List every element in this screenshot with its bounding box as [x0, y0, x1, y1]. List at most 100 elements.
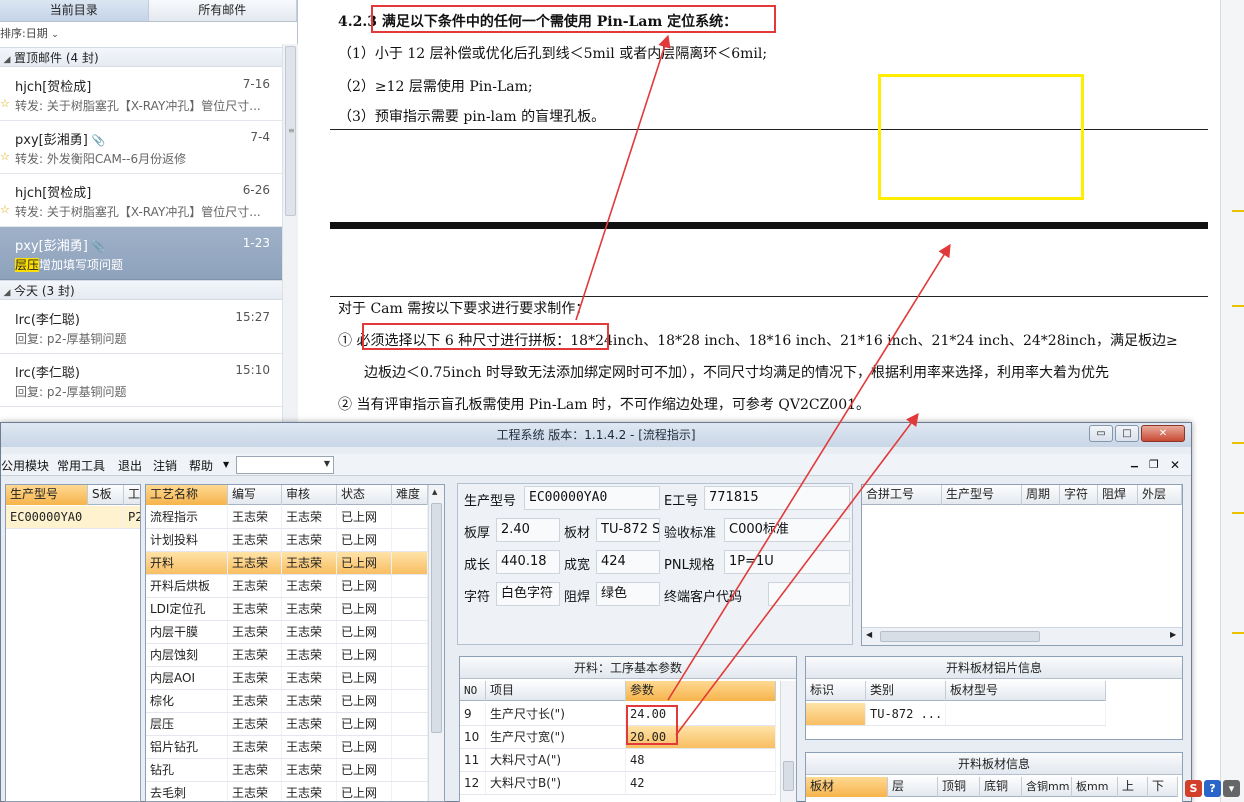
col-outer[interactable]: 外层	[1138, 485, 1182, 505]
col-sheet-type[interactable]: 板材型号	[946, 681, 1106, 701]
menu-help[interactable]: 帮助	[189, 457, 213, 474]
tab-current-folder[interactable]: 当前目录	[0, 0, 149, 21]
col-merge-no[interactable]: 合拼工号	[862, 485, 942, 505]
mail-item[interactable]: pxy[彭湘勇] 📎 7-4 ☆ 转发: 外发衡阳CAM--6月份返修	[0, 121, 282, 174]
col-cycle[interactable]: 周期	[1022, 485, 1060, 505]
field-thickness[interactable]: 2.40	[496, 518, 560, 542]
col-with-cu[interactable]: 含铜mm	[1022, 777, 1072, 797]
mdi-minimize-button[interactable]: ▁	[1131, 458, 1138, 468]
table-row[interactable]: 内层蚀刻 王志荣 王志荣 已上网	[146, 644, 428, 667]
scroll-up-icon[interactable]: ▲	[432, 488, 437, 496]
mail-item-selected[interactable]: pxy[彭湘勇] 📎 1-23 层压增加填写项问题	[0, 227, 282, 280]
col-no[interactable]: NO	[460, 681, 486, 701]
params-scrollbar[interactable]	[780, 681, 796, 802]
table-row[interactable]: 铝片钻孔 王志荣 王志荣 已上网	[146, 736, 428, 759]
col-category[interactable]: 类别	[866, 681, 946, 701]
mail-item[interactable]: hjch[贺检成] 7-16 ☆ 转发: 关于树脂塞孔【X-RAY冲孔】管位尺寸…	[0, 68, 282, 121]
field-legend[interactable]: 白色字符	[496, 582, 560, 606]
col-process[interactable]: 工	[124, 485, 140, 505]
col-process-name[interactable]: 工艺名称	[146, 485, 228, 505]
col-difficulty[interactable]: 难度	[392, 485, 428, 505]
field-e-no[interactable]: 771815	[704, 486, 850, 510]
menu-common-module[interactable]: 公用模块	[1, 457, 49, 474]
scroll-left-icon[interactable]: ◀	[866, 630, 872, 639]
col-status[interactable]: 状态	[337, 485, 392, 505]
table-row[interactable]: 钻孔 王志荣 王志荣 已上网	[146, 759, 428, 782]
document-scrollbar[interactable]	[1220, 0, 1244, 802]
mdi-restore-button[interactable]: ❐	[1149, 458, 1159, 471]
close-button[interactable]: ✕	[1141, 425, 1185, 442]
group-today[interactable]: ◢ 今天 (3 封)	[0, 280, 282, 300]
mail-item[interactable]: lrc(李仁聪) 15:10 回复: p2-厚基铜问题	[0, 354, 282, 407]
table-row[interactable]: TU-872 ...	[806, 703, 1106, 726]
table-row[interactable]: 去毛刺 王志荣 王志荣 已上网	[146, 782, 428, 801]
col-item[interactable]: 项目	[486, 681, 626, 701]
col-board[interactable]: 板材	[806, 777, 888, 797]
field-material[interactable]: TU-872 S	[596, 518, 660, 542]
col-model[interactable]: 生产型号	[942, 485, 1022, 505]
table-row[interactable]: 开料 王志荣 王志荣 已上网	[146, 552, 428, 575]
col-model[interactable]: 生产型号	[6, 485, 88, 505]
col-down[interactable]: 下	[1148, 777, 1178, 797]
col-bottom-cu[interactable]: 底铜	[980, 777, 1022, 797]
col-reviewer[interactable]: 审核	[282, 485, 337, 505]
help-icon[interactable]: ?	[1204, 780, 1221, 797]
table-row[interactable]: 棕化 王志荣 王志荣 已上网	[146, 690, 428, 713]
col-mask[interactable]: 阻焊	[1098, 485, 1138, 505]
col-param[interactable]: 参数	[626, 681, 776, 701]
table-row[interactable]: LDI定位孔 王志荣 王志荣 已上网	[146, 598, 428, 621]
mdi-close-button[interactable]: ✕	[1170, 458, 1180, 472]
table-row[interactable]: 开料后烘板 王志荣 王志荣 已上网	[146, 575, 428, 598]
field-pnl[interactable]: 1P=1U	[724, 550, 850, 574]
col-top-cu[interactable]: 顶铜	[938, 777, 980, 797]
menu-logout[interactable]: 注销	[153, 457, 177, 474]
table-row[interactable]: 层压 王志荣 王志荣 已上网	[146, 713, 428, 736]
table-row[interactable]: 计划投料 王志荣 王志荣 已上网	[146, 529, 428, 552]
table-row[interactable]: 内层干膜 王志荣 王志荣 已上网	[146, 621, 428, 644]
table-row[interactable]: 流程指示 王志荣 王志荣 已上网	[146, 506, 428, 529]
col-s-board[interactable]: S板	[88, 485, 124, 505]
star-icon[interactable]: ☆	[0, 150, 10, 163]
sort-by-date[interactable]: 排序:日期 ⌄	[0, 24, 282, 44]
star-icon[interactable]: ☆	[0, 97, 10, 110]
menu-tools[interactable]: 常用工具	[57, 457, 105, 474]
maximize-button[interactable]: □	[1115, 425, 1139, 442]
scroll-thumb[interactable]	[783, 761, 794, 791]
mail-item[interactable]: hjch[贺检成] 6-26 ☆ 转发: 关于树脂塞孔【X-RAY冲孔】管位尺寸…	[0, 174, 282, 227]
field-acceptance[interactable]: C000标准	[724, 518, 850, 542]
col-board-mm[interactable]: 板mm	[1072, 777, 1118, 797]
table-row[interactable]: 11 大料尺寸A(") 48	[460, 749, 776, 772]
table-row[interactable]: 9 生产尺寸长(") 24.00	[460, 703, 776, 726]
module-select[interactable]: ▼	[236, 456, 334, 474]
col-layer[interactable]: 层	[888, 777, 938, 797]
menu-exit[interactable]: 退出	[118, 457, 142, 474]
field-width[interactable]: 424	[596, 550, 660, 574]
sogou-icon[interactable]: S	[1185, 780, 1202, 797]
col-up[interactable]: 上	[1118, 777, 1148, 797]
field-length[interactable]: 440.18	[496, 550, 560, 574]
merge-grid-hscrollbar[interactable]: ◀ ▶	[862, 627, 1182, 645]
col-legend[interactable]: 字符	[1060, 485, 1098, 505]
tray-arrow-icon[interactable]: ▾	[1223, 780, 1240, 797]
scroll-right-icon[interactable]: ▶	[1170, 630, 1176, 639]
col-flag[interactable]: 标识	[806, 681, 866, 701]
window-title-bar[interactable]: 工程系统 版本：1.1.4.2 - [流程指示]	[1, 423, 1191, 447]
table-row[interactable]: 12 大料尺寸B(") 42	[460, 772, 776, 795]
star-icon[interactable]: ☆	[0, 203, 10, 216]
field-customer-code[interactable]	[768, 582, 850, 606]
group-pinned[interactable]: ◢ 置顶邮件 (4 封)	[0, 47, 282, 67]
field-solder-mask[interactable]: 绿色	[596, 582, 660, 606]
mail-scrollbar[interactable]: ≡	[282, 44, 298, 424]
field-model[interactable]: EC00000YA0	[524, 486, 660, 510]
mail-item[interactable]: lrc(李仁聪) 15:27 回复: p2-厚基铜问题	[0, 301, 282, 354]
table-row[interactable]: 内层AOI 王志荣 王志荣 已上网	[146, 667, 428, 690]
table-row[interactable]: 10 生产尺寸宽(") 20.00	[460, 726, 776, 749]
col-author[interactable]: 编写	[228, 485, 282, 505]
table-row[interactable]: EC00000YA0 P2	[6, 506, 140, 529]
minimize-button[interactable]: ▭	[1089, 425, 1113, 442]
scroll-thumb[interactable]	[431, 503, 442, 733]
tab-all-mail[interactable]: 所有邮件	[148, 0, 297, 21]
scroll-thumb[interactable]	[880, 631, 1040, 642]
process-grid-scrollbar[interactable]: ▲	[428, 485, 444, 801]
chevron-down-icon[interactable]: ▼	[223, 460, 229, 469]
